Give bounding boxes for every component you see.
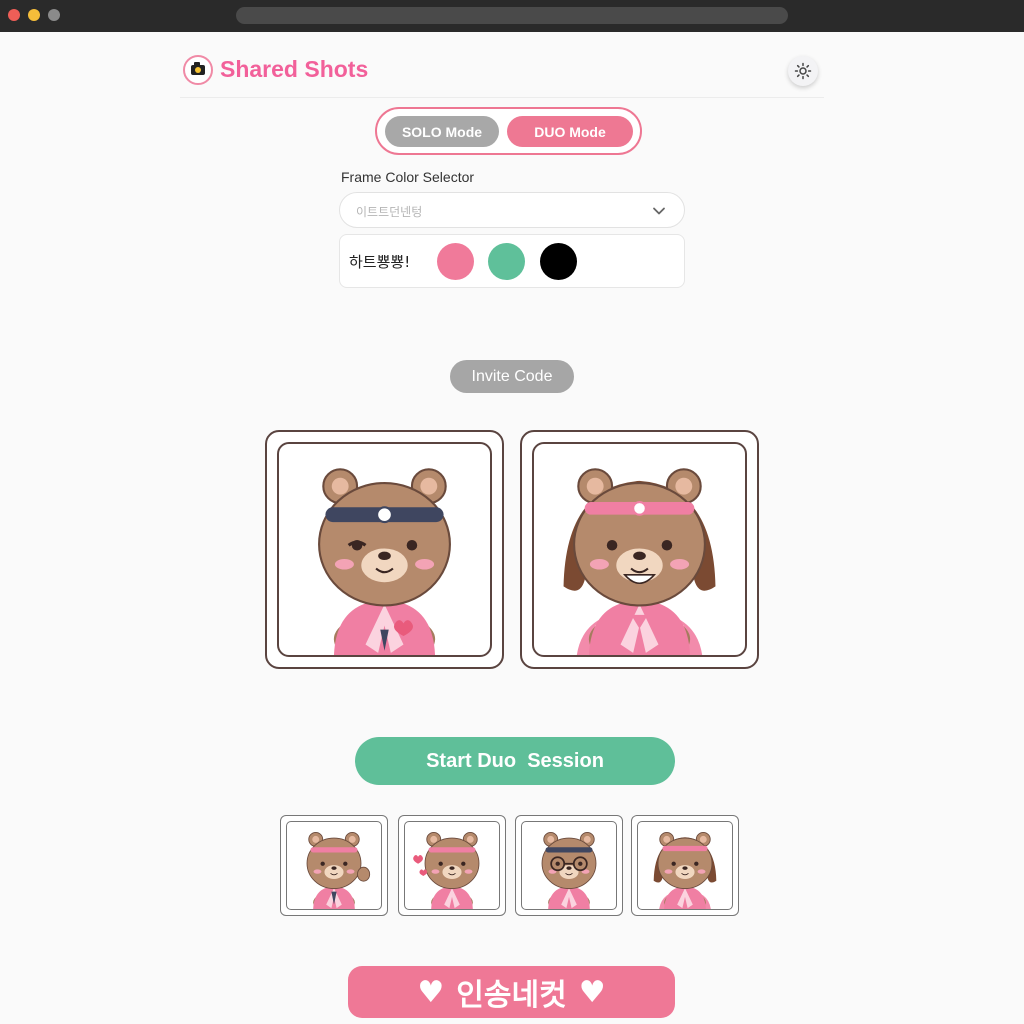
browser-chrome: [0, 0, 1024, 32]
sticker-thumbnail[interactable]: [398, 815, 506, 916]
address-bar[interactable]: [236, 7, 788, 24]
bear-kiss-icon: [413, 822, 499, 909]
heart-icon: ♥: [417, 974, 445, 1010]
bear-waving-icon: [287, 822, 371, 909]
minimize-window-icon[interactable]: [28, 9, 40, 21]
duo-mode-button[interactable]: DUO Mode: [507, 116, 633, 147]
frame-color-label: Frame Color Selector: [341, 169, 475, 185]
bear-headband-icon: [279, 444, 490, 655]
swatch-black[interactable]: [540, 243, 577, 280]
bear-girl-hanbok-icon: [563, 444, 716, 655]
sun-icon: [794, 62, 812, 80]
bear-glasses-icon: [522, 822, 616, 909]
camera-icon: [183, 55, 213, 85]
banner-label: 인송네컷: [456, 978, 567, 1013]
frame-color-select[interactable]: 이트트던넨텅: [339, 192, 685, 228]
bear-girl-icon: [653, 822, 717, 909]
app-header: Shared Shots: [180, 44, 824, 98]
start-duo-session-button[interactable]: Start Duo Session: [355, 737, 675, 785]
photo-frame-left: [265, 430, 504, 669]
swatch-pink[interactable]: [437, 243, 474, 280]
swatch-green[interactable]: [488, 243, 525, 280]
maximize-window-icon[interactable]: [48, 9, 60, 21]
sticker-thumbnail[interactable]: [280, 815, 388, 916]
sticker-thumbnail[interactable]: [515, 815, 623, 916]
chevron-down-icon: [653, 207, 665, 215]
invite-code-button[interactable]: Invite Code: [450, 360, 574, 393]
solo-mode-button[interactable]: SOLO Mode: [385, 116, 499, 147]
photo-frame-right: [520, 430, 759, 669]
heart-icon: ♥: [578, 974, 606, 1010]
mode-toggle: SOLO Mode DUO Mode: [375, 107, 642, 155]
swatch-panel-label: 하트뿅뿅!: [349, 253, 411, 271]
theme-toggle-button[interactable]: [788, 56, 818, 86]
sticker-thumbnail[interactable]: [631, 815, 739, 916]
frame-select-value: 이트트던넨텅: [356, 205, 423, 219]
insaeng-nekeot-banner-button[interactable]: ♥ 인송네컷 ♥: [348, 966, 675, 1018]
app-title: Shared Shots: [220, 56, 369, 82]
swatch-panel: 하트뿅뿅!: [339, 234, 685, 288]
close-window-icon[interactable]: [8, 9, 20, 21]
